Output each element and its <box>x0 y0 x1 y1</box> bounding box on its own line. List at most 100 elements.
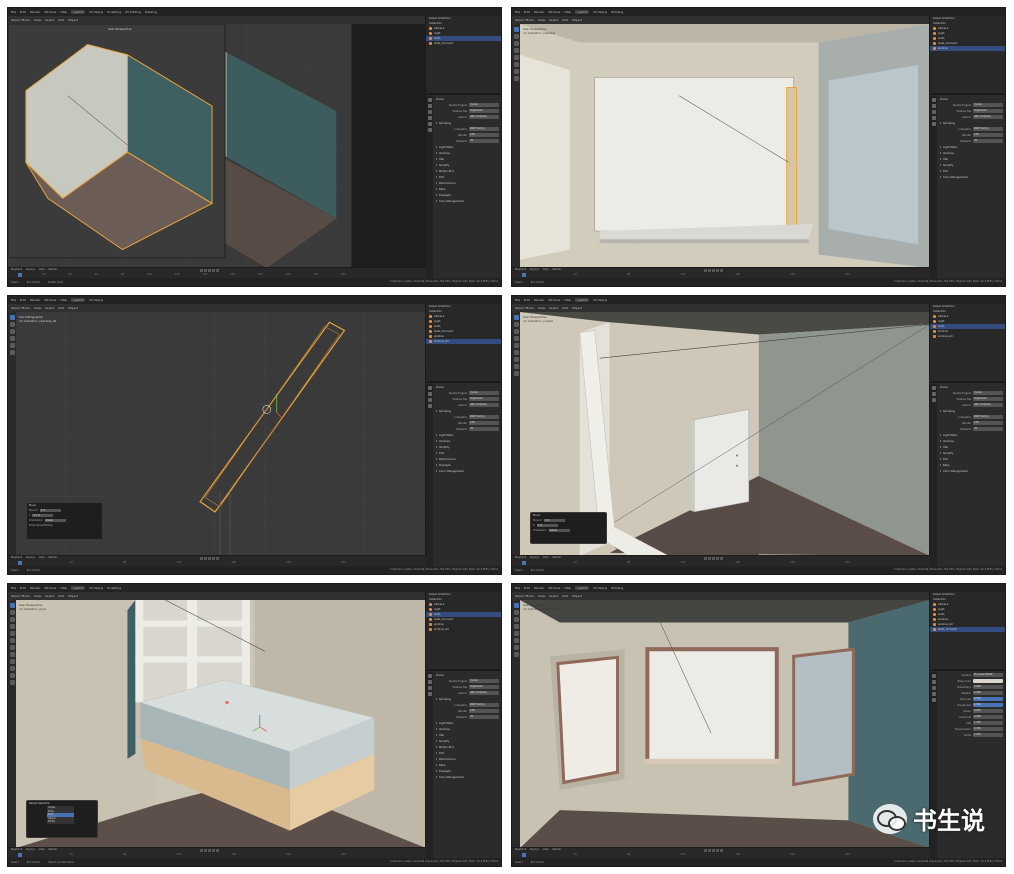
tab-uv-editing[interactable]: UV Editing <box>125 10 141 14</box>
move-tool-icon[interactable] <box>9 617 15 622</box>
timeline[interactable]: Playback Keying View Marker 0 40 80 120 160 200 2… <box>512 847 930 858</box>
menu-help[interactable]: Help <box>564 298 571 302</box>
move-z-field[interactable]: 0 m <box>536 524 558 527</box>
clearcoat-field[interactable]: 0.000 <box>973 715 1003 719</box>
menu-help[interactable]: Help <box>564 586 571 590</box>
timeline-view[interactable]: View <box>39 556 45 559</box>
menu-view[interactable]: View <box>538 306 545 310</box>
render-samples-field[interactable]: 128 <box>469 133 499 137</box>
tool-icon[interactable] <box>427 98 432 102</box>
playback-controls[interactable] <box>704 557 724 560</box>
render-icon[interactable] <box>931 392 936 396</box>
move-operator-panel[interactable]: Move Move X0 m Y 0.1 m Orientation Global … <box>26 502 103 540</box>
timeline-keying[interactable]: Keying <box>530 848 538 851</box>
playback-controls[interactable] <box>704 269 724 272</box>
scene-icon[interactable] <box>427 692 432 696</box>
mode-dropdown[interactable]: Object Mode <box>515 594 534 598</box>
roughness-field[interactable]: 0.500 <box>973 703 1003 707</box>
orientation-field[interactable]: Global <box>44 519 66 522</box>
menu-select[interactable]: Select <box>45 594 54 598</box>
menu-edit[interactable]: Edit <box>524 298 530 302</box>
menu-select[interactable]: Select <box>549 594 558 598</box>
timeline-keying[interactable]: Keying <box>26 848 34 851</box>
rotate-tool-icon[interactable] <box>513 336 519 341</box>
move-x-field[interactable]: 0 m <box>39 509 61 512</box>
menu-window[interactable]: Window <box>45 10 57 14</box>
move-y-field[interactable]: 0.1 m <box>32 514 54 517</box>
output-icon[interactable] <box>931 398 936 402</box>
move-x-field[interactable]: 0 m <box>543 519 565 522</box>
menu-select[interactable]: Select <box>45 306 54 310</box>
menu-file[interactable]: File <box>11 586 16 590</box>
extrude-tool-icon[interactable] <box>9 638 15 643</box>
timeline-view[interactable]: View <box>39 848 45 851</box>
device-dropdown[interactable]: GPU Compute <box>973 403 1003 407</box>
3d-viewport[interactable]: User Perspective (1) Collection | window… <box>520 600 930 848</box>
menu-render[interactable]: Render <box>534 298 545 302</box>
integrator-dropdown[interactable]: Path Tracing <box>469 415 499 419</box>
tab-shading[interactable]: Shading <box>611 10 623 14</box>
menu-edit[interactable]: Edit <box>524 586 530 590</box>
render-icon[interactable] <box>427 680 432 684</box>
menu-render[interactable]: Render <box>30 298 41 302</box>
tab-modeling[interactable]: Modeling <box>593 10 607 14</box>
menu-window[interactable]: Window <box>549 10 561 14</box>
menu-file[interactable]: File <box>515 586 520 590</box>
material-icon[interactable] <box>931 698 936 702</box>
output-icon[interactable] <box>427 110 432 114</box>
sheen-field[interactable]: 0.000 <box>973 709 1003 713</box>
menu-object[interactable]: Object <box>572 18 582 22</box>
render-engine-dropdown[interactable]: Cycles <box>469 679 499 683</box>
menu-help[interactable]: Help <box>60 298 67 302</box>
extrude-tool-icon[interactable] <box>513 350 519 355</box>
rotate-tool-icon[interactable] <box>9 336 15 341</box>
select-tool-icon[interactable] <box>513 27 519 32</box>
tab-modeling[interactable]: Modeling <box>593 586 607 590</box>
output-icon[interactable] <box>427 686 432 690</box>
transform-tool-icon[interactable] <box>513 62 519 67</box>
inset-tool-icon[interactable] <box>9 645 15 650</box>
tab-shading[interactable]: Shading <box>611 586 623 590</box>
section-color-management[interactable]: Color Management <box>938 468 1005 474</box>
timeline-playback[interactable]: Playback <box>11 268 22 271</box>
menu-edit[interactable]: Edit <box>20 586 26 590</box>
render-samples-field[interactable]: 128 <box>973 421 1003 425</box>
3d-viewport[interactable]: User Perspective (1) Collection | closet… <box>520 312 930 556</box>
transmission-field[interactable]: 0.000 <box>973 727 1003 731</box>
3d-viewport[interactable]: User Perspective (1) Collection | bed Re… <box>16 600 426 848</box>
menu-help[interactable]: Help <box>60 10 67 14</box>
menu-render[interactable]: Render <box>30 10 41 14</box>
feature-set-dropdown[interactable]: Supported <box>469 397 499 401</box>
tab-modeling[interactable]: Modeling <box>593 298 607 302</box>
timeline[interactable]: Playback Keying View Marker 0 40 80 120 160 200 2… <box>512 555 930 566</box>
scale-tool-icon[interactable] <box>513 55 519 60</box>
scale-tool-icon[interactable] <box>9 343 15 348</box>
timeline-marker[interactable]: Marker <box>49 268 58 271</box>
metallic-field[interactable]: 0.000 <box>973 691 1003 695</box>
render-icon[interactable] <box>931 680 936 684</box>
timeline-marker[interactable]: Marker <box>553 268 562 271</box>
section-color-management[interactable]: Color Management <box>938 174 1005 180</box>
tab-layout[interactable]: Layout <box>71 298 86 302</box>
menu-object[interactable]: Object <box>572 306 582 310</box>
measure-tool-icon[interactable] <box>513 76 519 81</box>
scene-icon[interactable] <box>931 692 936 696</box>
tab-shading[interactable]: Shading <box>145 10 157 14</box>
annotate-tool-icon[interactable] <box>513 69 519 74</box>
timeline-keying[interactable]: Keying <box>26 556 34 559</box>
menu-view[interactable]: View <box>538 18 545 22</box>
3d-viewport[interactable]: Top Orthographic (1) Collection | window… <box>16 312 426 556</box>
menu-object[interactable]: Object <box>572 594 582 598</box>
menu-window[interactable]: Window <box>549 298 561 302</box>
bevel-tool-icon[interactable] <box>513 364 519 369</box>
annotate-tool-icon[interactable] <box>9 350 15 355</box>
menu-add[interactable]: Add <box>562 306 568 310</box>
inset-tool-icon[interactable] <box>513 357 519 362</box>
menu-edit[interactable]: Edit <box>20 10 26 14</box>
measure-tool-icon[interactable] <box>513 652 519 657</box>
timeline-view[interactable]: View <box>39 268 45 271</box>
timeline-playback[interactable]: Playback <box>515 556 526 559</box>
cursor-tool-icon[interactable] <box>513 34 519 39</box>
tool-icon[interactable] <box>427 386 432 390</box>
timeline-view[interactable]: View <box>543 848 549 851</box>
